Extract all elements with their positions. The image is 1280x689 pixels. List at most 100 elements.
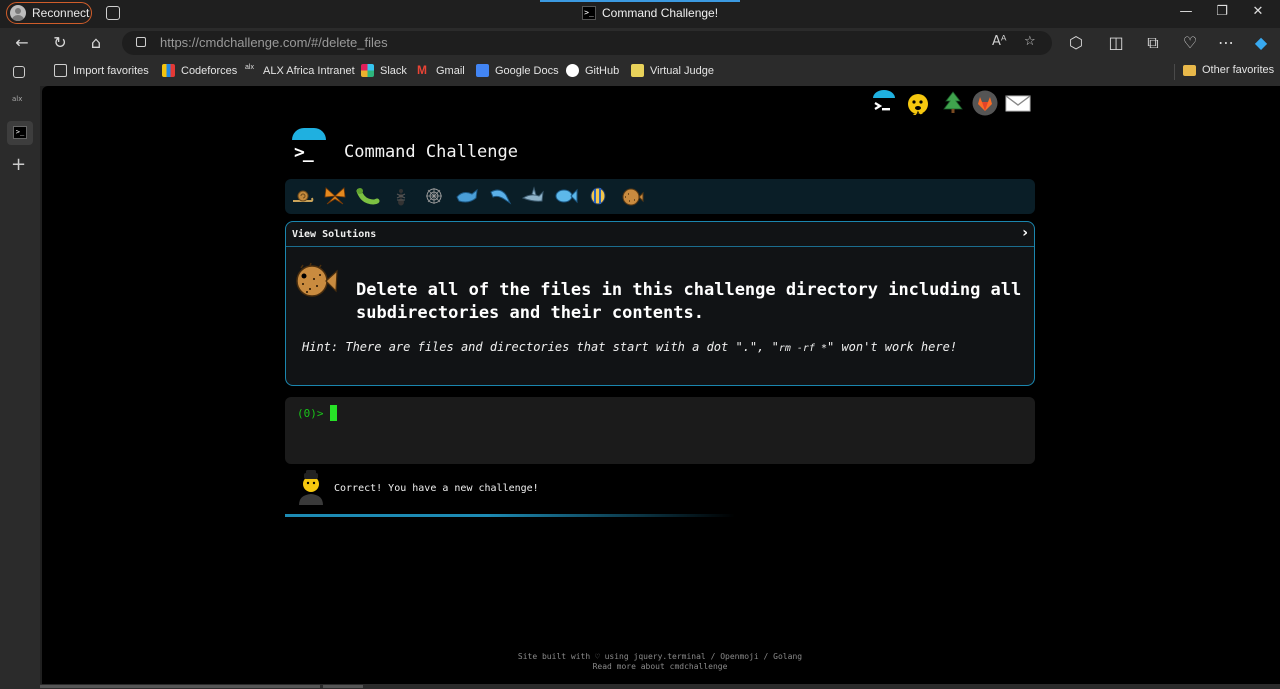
cmdchallenge-logo-icon[interactable] [870,90,898,116]
back-button[interactable]: ← [11,32,33,54]
site-footer: Site built with ♡ using jquery.terminal … [42,652,1278,672]
chevron-right-icon[interactable]: › [1022,225,1028,241]
bookmark-other-favorites[interactable]: Other favorites [1183,64,1274,76]
minimize-button[interactable]: — [1176,4,1196,19]
mail-envelope-icon[interactable] [1004,90,1032,116]
blowfish-icon[interactable] [620,185,644,207]
terminal-favicon-icon: >_ [582,6,596,20]
butterfly-icon[interactable] [323,185,347,207]
read-aloud-icon[interactable]: Aᴬ [992,34,1007,49]
navigation-bar: ← ↻ ⌂ https://cmdchallenge.com/#/delete_… [0,28,1280,58]
dolphin-icon[interactable] [488,185,512,207]
new-tab-plus-icon[interactable]: + [11,156,29,174]
title-bar: Reconnect >_ Command Challenge! — ❐ ✕ [0,0,1280,28]
import-icon [54,64,67,77]
terminal-icon: >_ [13,126,27,139]
tab-actions-icon[interactable] [106,6,120,20]
maximize-button[interactable]: ❐ [1212,4,1232,19]
close-window-button[interactable]: ✕ [1248,4,1268,19]
gmail-icon: M [417,63,427,77]
lock-icon [136,37,146,47]
bookmark-label: Codeforces [181,64,238,77]
home-button[interactable]: ⌂ [85,32,107,54]
gitlab-icon[interactable] [971,90,999,116]
alx-tab-icon[interactable]: alx [12,95,30,113]
challenge-description: Delete all of the files in this challeng… [356,280,1022,323]
whale-icon[interactable] [455,185,479,207]
terminal-prompt: (0)> [297,407,324,420]
terminal-input[interactable]: (0)> [285,397,1035,464]
copilot-icon[interactable]: ◆ [1250,32,1272,54]
fish-icon[interactable] [554,185,578,207]
bookmark-google-docs[interactable]: Google Docs [476,64,559,77]
bookmark-virtual-judge[interactable]: Virtual Judge [631,64,714,77]
spider-web-icon[interactable] [422,185,446,207]
bookmark-label: Import favorites [73,64,149,77]
feedback-message: Correct! You have a new challenge! [334,483,539,494]
bookmark-label: Google Docs [495,64,559,77]
bookmark-label: Virtual Judge [650,64,715,77]
site-title: Command Challenge [344,142,518,162]
url-text: https://cmdchallenge.com/#/delete_files [160,35,388,50]
cmdchallenge-tab[interactable]: >_ [7,121,33,145]
reconnect-button[interactable]: Reconnect [6,2,92,24]
view-solutions-toggle[interactable]: View Solutions › [286,222,1034,247]
vertical-tabs-sidebar: alx >_ + [0,58,40,689]
folder-icon [1183,64,1196,76]
footer-built-with: Site built with ♡ using jquery.terminal … [517,652,803,661]
vjudge-icon [631,64,644,77]
evergreen-tree-icon[interactable] [939,90,967,116]
bookmark-divider [1174,64,1175,80]
reconnect-label: Reconnect [32,6,90,20]
tab-panel-icon[interactable] [13,66,25,78]
ant-icon[interactable] [389,185,413,207]
snail-icon[interactable] [291,185,315,207]
tab-active[interactable]: >_ Command Challenge! [582,6,718,20]
scrollbar-thumb-secondary[interactable] [323,685,363,688]
browser-essentials-icon[interactable]: ♡ [1179,32,1201,54]
collections-icon[interactable]: ⧉ [1142,32,1164,54]
extensions-icon[interactable]: ⬡ [1065,32,1087,54]
view-solutions-label: View Solutions [292,229,377,240]
bookmark-label: Gmail [436,64,465,77]
site-logo-icon[interactable]: >_ [290,128,326,164]
split-screen-icon[interactable]: ◫ [1105,32,1127,54]
slack-icon [361,64,374,77]
bookmark-slack[interactable]: Slack [361,64,407,77]
profile-avatar-icon [10,5,26,21]
terminal-cursor [330,405,337,421]
scrollbar-thumb[interactable] [40,685,320,688]
bookmark-alx-africa-intranet[interactable]: alx ALX Africa Intranet [245,64,355,77]
bookmark-import-favorites[interactable]: Import favorites [54,64,149,77]
melting-face-icon[interactable] [904,92,932,118]
hint-text-end: " won't work here! [827,340,958,354]
bookmark-label: Other favorites [1202,64,1275,76]
footer-read-more-link[interactable]: Read more about cmdchallenge [42,662,1278,672]
page-viewport: >_ Command Challenge View Solutions › De… [42,86,1280,684]
hint-code: rm -rf * [778,343,827,354]
bookmark-github[interactable]: GitHub [566,64,619,77]
settings-more-icon[interactable]: ⋯ [1215,32,1237,54]
level-selector-bar [285,179,1035,214]
docs-icon [476,64,489,77]
refresh-button[interactable]: ↻ [49,32,71,54]
bookmark-label: Slack [380,64,407,77]
tropical-fish-icon[interactable] [587,185,611,207]
bookmark-label: GitHub [585,64,620,77]
progress-bar [285,514,735,517]
horizontal-scrollbar[interactable] [40,684,1280,689]
blowfish-icon [296,262,338,297]
bookmark-codeforces[interactable]: Codeforces [162,64,237,77]
challenge-panel: View Solutions › Delete all of the files… [285,221,1035,386]
bookmarks-bar: Import favorites Codeforces alx ALX Afri… [0,58,1280,86]
ninja-person-icon [299,470,323,505]
favorite-star-icon[interactable]: ☆ [1024,34,1036,49]
caterpillar-icon[interactable] [356,185,380,207]
active-tab-indicator [540,0,740,2]
address-bar[interactable]: https://cmdchallenge.com/#/delete_files … [122,31,1052,55]
shark-icon[interactable] [521,185,545,207]
github-icon [566,64,579,77]
challenge-hint: Hint: There are files and directories th… [302,340,957,354]
tab-title-label: Command Challenge! [602,6,719,20]
bookmark-gmail[interactable]: M Gmail [417,64,465,77]
